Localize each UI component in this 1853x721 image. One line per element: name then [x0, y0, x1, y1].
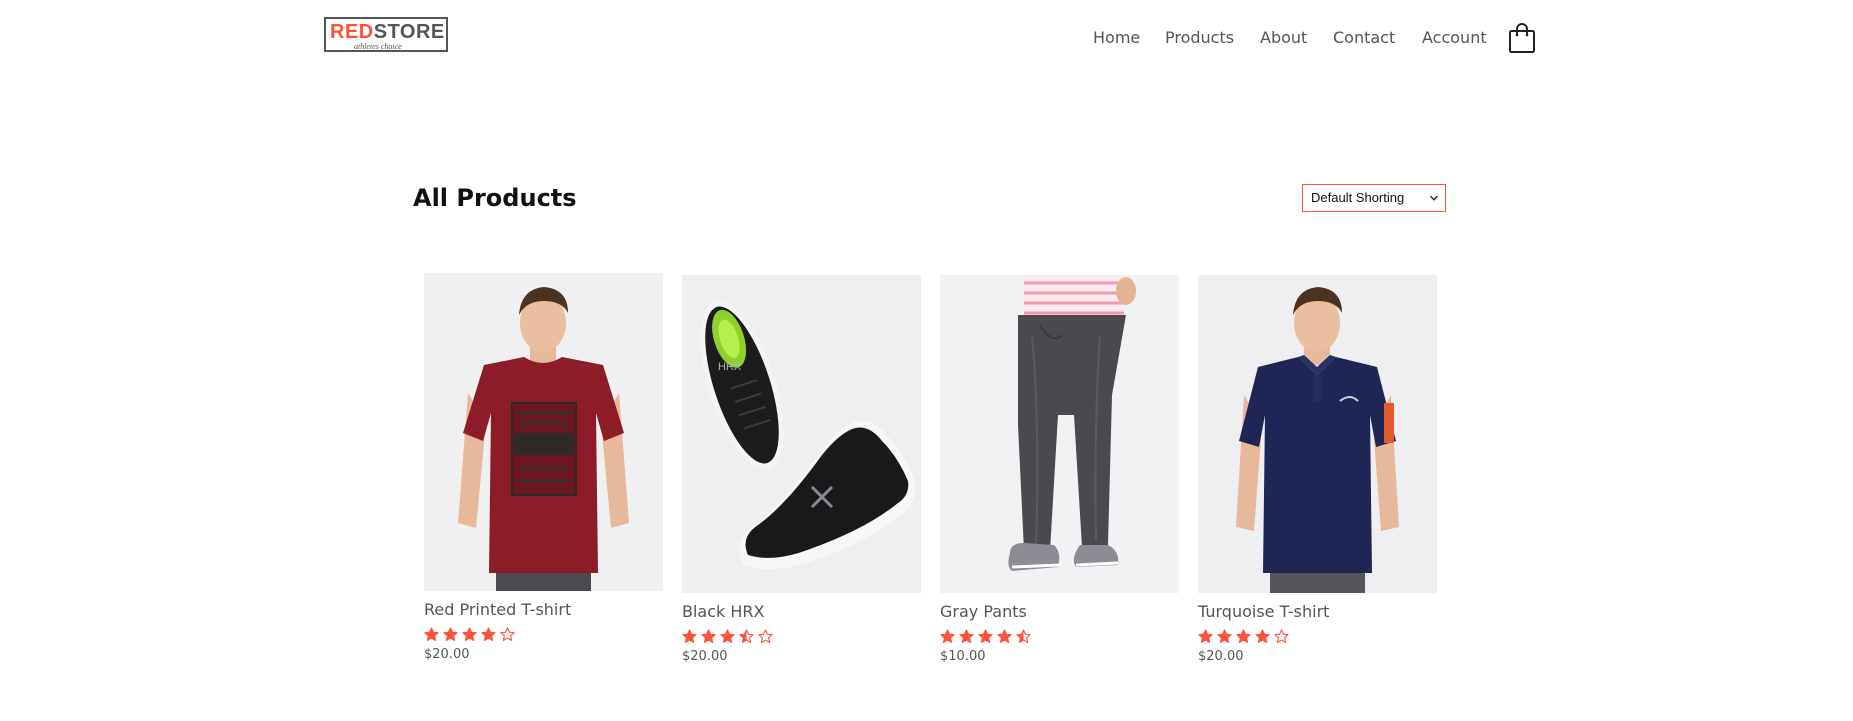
product-price: $20.00 — [424, 647, 470, 662]
nav-about[interactable]: About — [1260, 26, 1307, 50]
product-card[interactable]: Red Printed T-shirt $20.00 — [424, 273, 663, 668]
nav-products[interactable]: Products — [1165, 26, 1234, 50]
logo-wordmark: REDSTORE — [330, 20, 445, 44]
star-full-icon — [1236, 629, 1251, 643]
product-image-gray-pants[interactable] — [940, 275, 1179, 593]
logo-red-text: RED — [330, 21, 374, 43]
star-full-icon — [682, 629, 697, 643]
product-name[interactable]: Red Printed T-shirt — [424, 599, 571, 621]
rating-stars — [682, 629, 773, 645]
star-half-icon — [739, 629, 754, 643]
sort-select[interactable]: Default Shorting — [1302, 184, 1446, 212]
product-image-navy-polo[interactable] — [1198, 275, 1437, 593]
site-header: REDSTORE athletes choice Home Products A… — [0, 0, 1853, 80]
logo-tagline: athletes choice — [354, 42, 402, 51]
chevron-down-icon — [1429, 195, 1439, 201]
product-price: $20.00 — [682, 649, 728, 664]
star-half-icon — [1016, 629, 1031, 643]
product-name[interactable]: Gray Pants — [940, 601, 1027, 623]
logo-dark-text: STORE — [373, 21, 445, 43]
star-full-icon — [978, 629, 993, 643]
shoe-brand-text: HRX — [718, 361, 742, 373]
star-full-icon — [997, 629, 1012, 643]
star-full-icon — [462, 627, 477, 641]
star-full-icon — [1217, 629, 1232, 643]
nav-home[interactable]: Home — [1093, 26, 1140, 50]
rating-stars — [424, 627, 515, 643]
product-image-black-hrx[interactable]: HRX — [682, 275, 921, 593]
page-title: All Products — [413, 184, 577, 212]
product-card[interactable]: Turquoise T-shirt $20.00 — [1198, 275, 1437, 670]
product-image-red-tshirt[interactable] — [424, 273, 663, 591]
star-full-icon — [720, 629, 735, 643]
sort-selected-value: Default Shorting — [1311, 190, 1405, 205]
star-empty-icon — [758, 629, 773, 643]
redstore-logo[interactable]: REDSTORE athletes choice — [324, 17, 448, 52]
rating-stars — [1198, 629, 1289, 645]
product-name[interactable]: Black HRX — [682, 601, 764, 623]
star-full-icon — [443, 627, 458, 641]
star-full-icon — [1198, 629, 1213, 643]
nav-contact[interactable]: Contact — [1333, 26, 1395, 50]
rating-stars — [940, 629, 1031, 645]
star-full-icon — [701, 629, 716, 643]
star-full-icon — [959, 629, 974, 643]
star-empty-icon — [1274, 629, 1289, 643]
star-empty-icon — [500, 627, 515, 641]
star-full-icon — [481, 627, 496, 641]
star-full-icon — [424, 627, 439, 641]
product-price: $10.00 — [940, 649, 986, 664]
product-price: $20.00 — [1198, 649, 1244, 664]
product-card[interactable]: Gray Pants $10.00 — [940, 275, 1179, 670]
product-card[interactable]: HRX Black HRX $20.00 — [682, 275, 921, 670]
star-full-icon — [1255, 629, 1270, 643]
nav-account[interactable]: Account — [1422, 26, 1487, 50]
shopping-bag-icon[interactable] — [1508, 22, 1536, 54]
product-name[interactable]: Turquoise T-shirt — [1198, 601, 1329, 623]
star-full-icon — [940, 629, 955, 643]
